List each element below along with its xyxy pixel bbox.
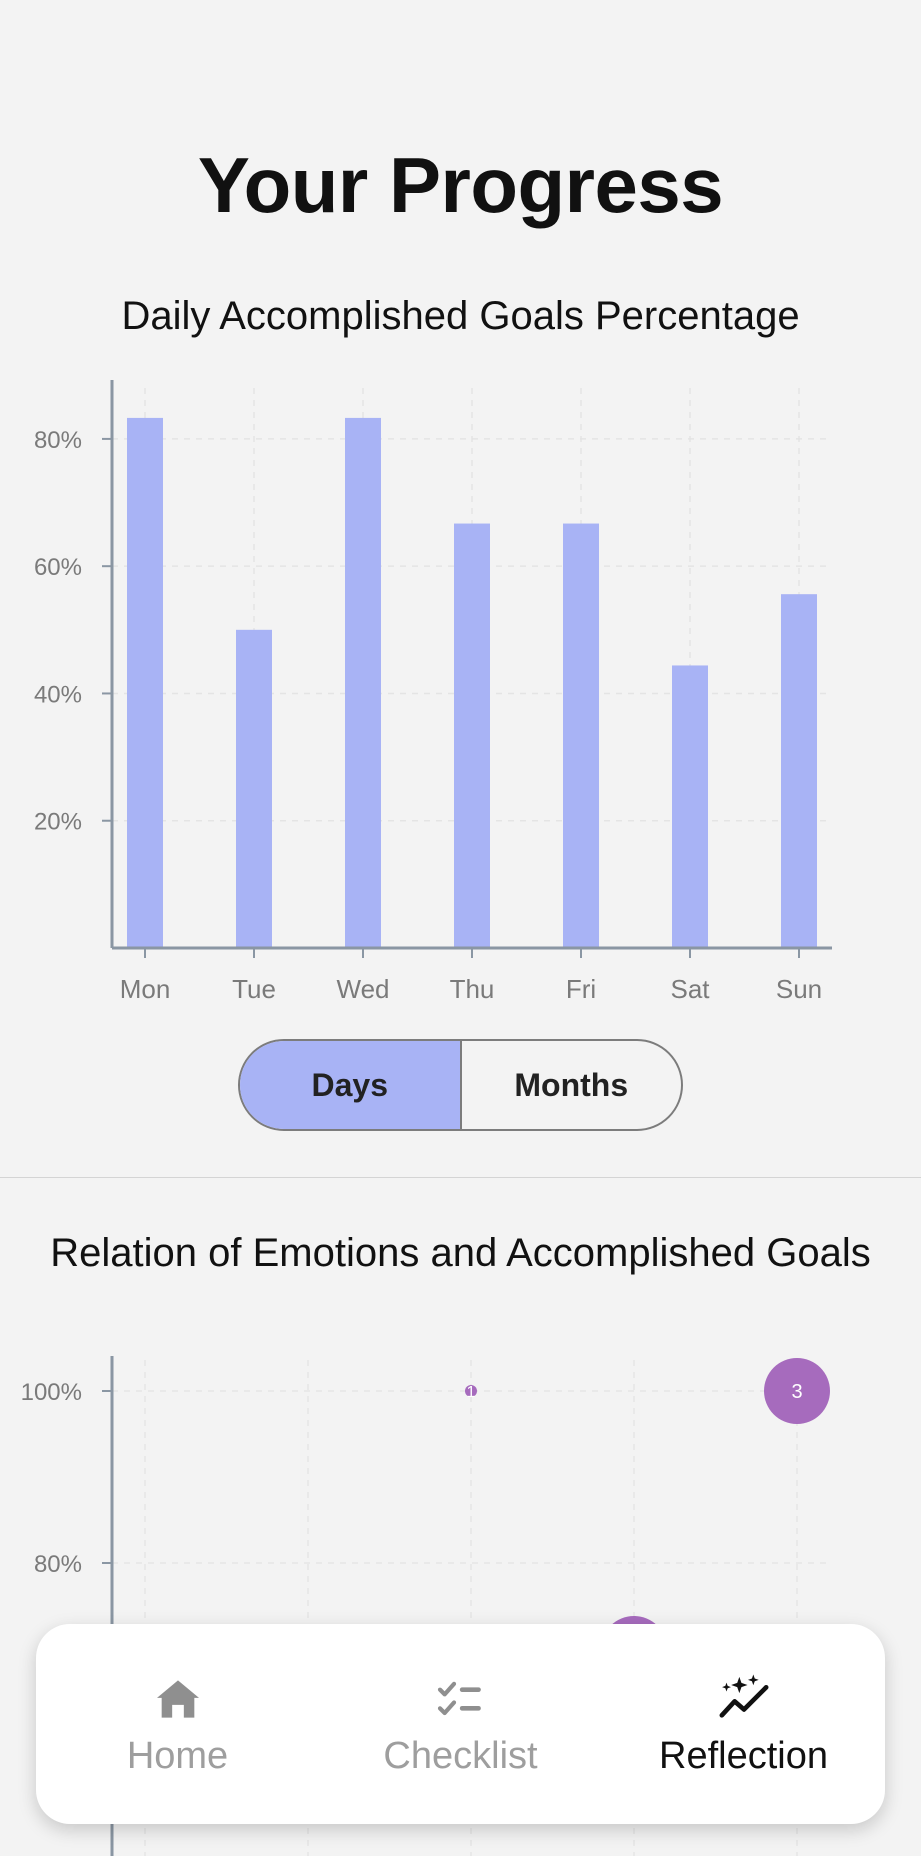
bar-y-tick-label: 40% [34,681,82,708]
bar-x-tick-label: Tue [232,974,276,1004]
bubble-y-tick-label: 100% [21,1379,82,1406]
bar-x-tick-label: Mon [120,974,171,1004]
nav-reflection[interactable]: Reflection [602,1624,885,1824]
checklist-icon [437,1681,481,1715]
bar-fri [563,523,599,948]
sparkle-chart-icon [719,1674,768,1718]
months-toggle-button[interactable]: Months [459,1041,682,1129]
nav-home[interactable]: Home [36,1624,319,1824]
nav-reflection-label: Reflection [659,1734,828,1777]
bar-tue [236,629,272,948]
days-toggle-button[interactable]: Days [240,1041,460,1129]
bar-mon [127,417,163,949]
bar-wed [345,417,381,949]
page-title: Your Progress [197,141,724,229]
section-divider [0,1177,921,1178]
bar-sun [781,594,817,948]
bubble-y-tick-label: 80% [34,1551,82,1578]
home-icon [156,1679,199,1718]
bar-y-tick-label: 80% [34,427,82,454]
bar-x-tick-label: Wed [337,974,390,1004]
bubble-point-label: 1 [467,1384,476,1401]
bar-chart-title: Daily Accomplished Goals Percentage [121,294,800,338]
period-toggle: Days Months [238,1039,683,1131]
bar-sat [672,665,708,948]
bar-y-tick-label: 20% [34,809,82,836]
nav-checklist[interactable]: Checklist [319,1624,602,1824]
bar-x-tick-label: Fri [566,974,596,1004]
bar-y-tick-label: 60% [34,554,82,581]
bar-x-tick-label: Sat [670,974,710,1004]
bubble-point-label: 3 [791,1381,802,1403]
bar-x-tick-label: Sun [776,974,822,1004]
bar-thu [454,523,490,948]
bar-x-tick-label: Thu [450,974,495,1004]
bottom-navigation: Home Checklist Reflection [36,1624,885,1824]
nav-checklist-label: Checklist [383,1734,538,1777]
bubble-chart-title: Relation of Emotions and Accomplished Go… [50,1231,871,1275]
bar-chart: 20% 40% 60% 80% Mon Tue Wed Thu Fri Sat Sun [34,380,832,1004]
nav-home-label: Home [126,1734,229,1777]
